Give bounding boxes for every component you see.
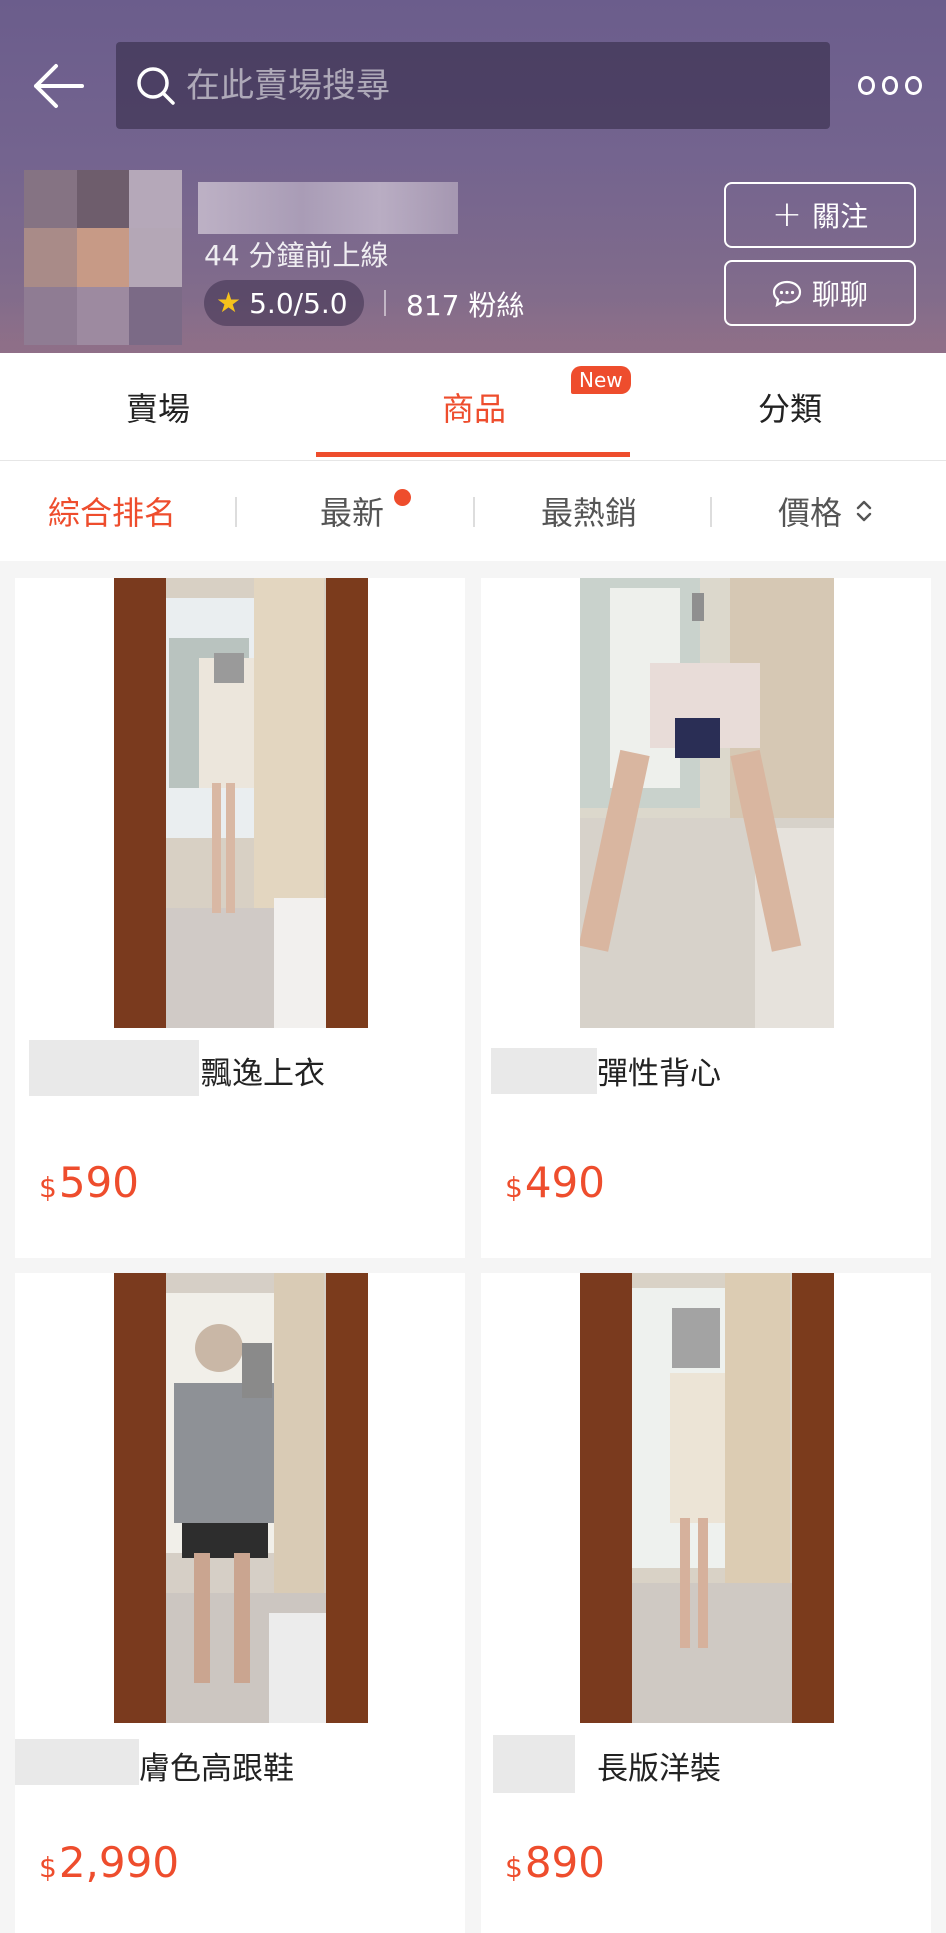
product-image[interactable] — [114, 578, 368, 1028]
chat-bubble-icon — [772, 280, 802, 307]
divider — [235, 497, 237, 527]
rating-value: 5.0/5.0 — [249, 286, 348, 320]
shop-search-box[interactable] — [116, 42, 830, 129]
plus-icon: + — [771, 194, 803, 235]
follow-label: 關注 — [812, 200, 869, 233]
product-image[interactable] — [114, 1273, 368, 1723]
tab-categories[interactable]: 分類 — [632, 353, 946, 460]
product-card[interactable]: 彈性背心 $ 490 — [481, 578, 931, 1258]
shop-header: 44 分鐘前上線 ★ 5.0/5.0 817 粉絲 + 關注 聊聊 — [0, 0, 946, 353]
star-icon: ★ — [216, 286, 242, 319]
product-name-redacted — [491, 1048, 597, 1094]
search-input[interactable] — [184, 52, 808, 120]
search-icon — [137, 67, 175, 105]
rating-badge[interactable]: ★ 5.0/5.0 — [204, 280, 364, 326]
product-name-redacted — [15, 1739, 139, 1785]
shop-name-redacted — [198, 182, 458, 234]
chat-label: 聊聊 — [811, 278, 868, 311]
dot-icon — [905, 75, 923, 95]
product-card[interactable]: 長版洋裝 $ 890 — [481, 1273, 931, 1933]
dot-icon — [881, 75, 899, 95]
tab-shop[interactable]: 賣場 — [0, 353, 316, 460]
product-name[interactable]: 膚色高跟鞋 — [139, 1743, 294, 1788]
product-name[interactable]: 飄逸上衣 — [201, 1048, 325, 1093]
product-name-redacted — [493, 1735, 575, 1793]
sort-price[interactable]: 價格 — [778, 461, 874, 561]
sort-bar: 綜合排名 最新 最熱銷 價格 — [0, 461, 946, 561]
product-image[interactable] — [580, 578, 834, 1028]
shop-tabs: 賣場 商品 分類 — [0, 353, 946, 461]
sort-top-sales[interactable]: 最熱銷 — [541, 461, 637, 561]
divider — [473, 497, 475, 527]
product-name-redacted — [29, 1040, 199, 1096]
online-status: 44 分鐘前上線 — [204, 239, 389, 272]
active-tab-indicator — [316, 452, 630, 457]
new-badge: New — [571, 366, 631, 394]
more-options-button[interactable] — [858, 70, 923, 100]
product-price: $ 890 — [505, 1838, 605, 1887]
arrow-left-icon — [34, 64, 84, 108]
product-price: $ 2,990 — [39, 1838, 180, 1887]
product-card[interactable]: 膚色高跟鞋 $ 2,990 — [15, 1273, 465, 1933]
sort-latest[interactable]: 最新 — [320, 461, 384, 561]
product-price: $ 490 — [505, 1158, 605, 1207]
divider — [710, 497, 712, 527]
back-button[interactable] — [28, 58, 88, 114]
follow-button[interactable]: + 關注 — [724, 182, 916, 248]
chat-button[interactable]: 聊聊 — [724, 260, 916, 326]
dot-icon — [858, 75, 875, 95]
product-card[interactable]: 飄逸上衣 $ 590 — [15, 578, 465, 1258]
product-name[interactable]: 彈性背心 — [597, 1048, 721, 1093]
sort-arrows-icon — [856, 500, 872, 522]
product-name[interactable]: 長版洋裝 — [597, 1743, 721, 1788]
new-items-dot — [394, 489, 411, 506]
shop-avatar[interactable] — [24, 170, 182, 345]
divider — [384, 290, 386, 316]
sort-price-label: 價格 — [778, 494, 843, 532]
sort-relevance[interactable]: 綜合排名 — [48, 461, 176, 561]
product-image[interactable] — [580, 1273, 834, 1723]
follower-count[interactable]: 817 粉絲 — [406, 284, 524, 324]
product-price: $ 590 — [39, 1158, 139, 1207]
